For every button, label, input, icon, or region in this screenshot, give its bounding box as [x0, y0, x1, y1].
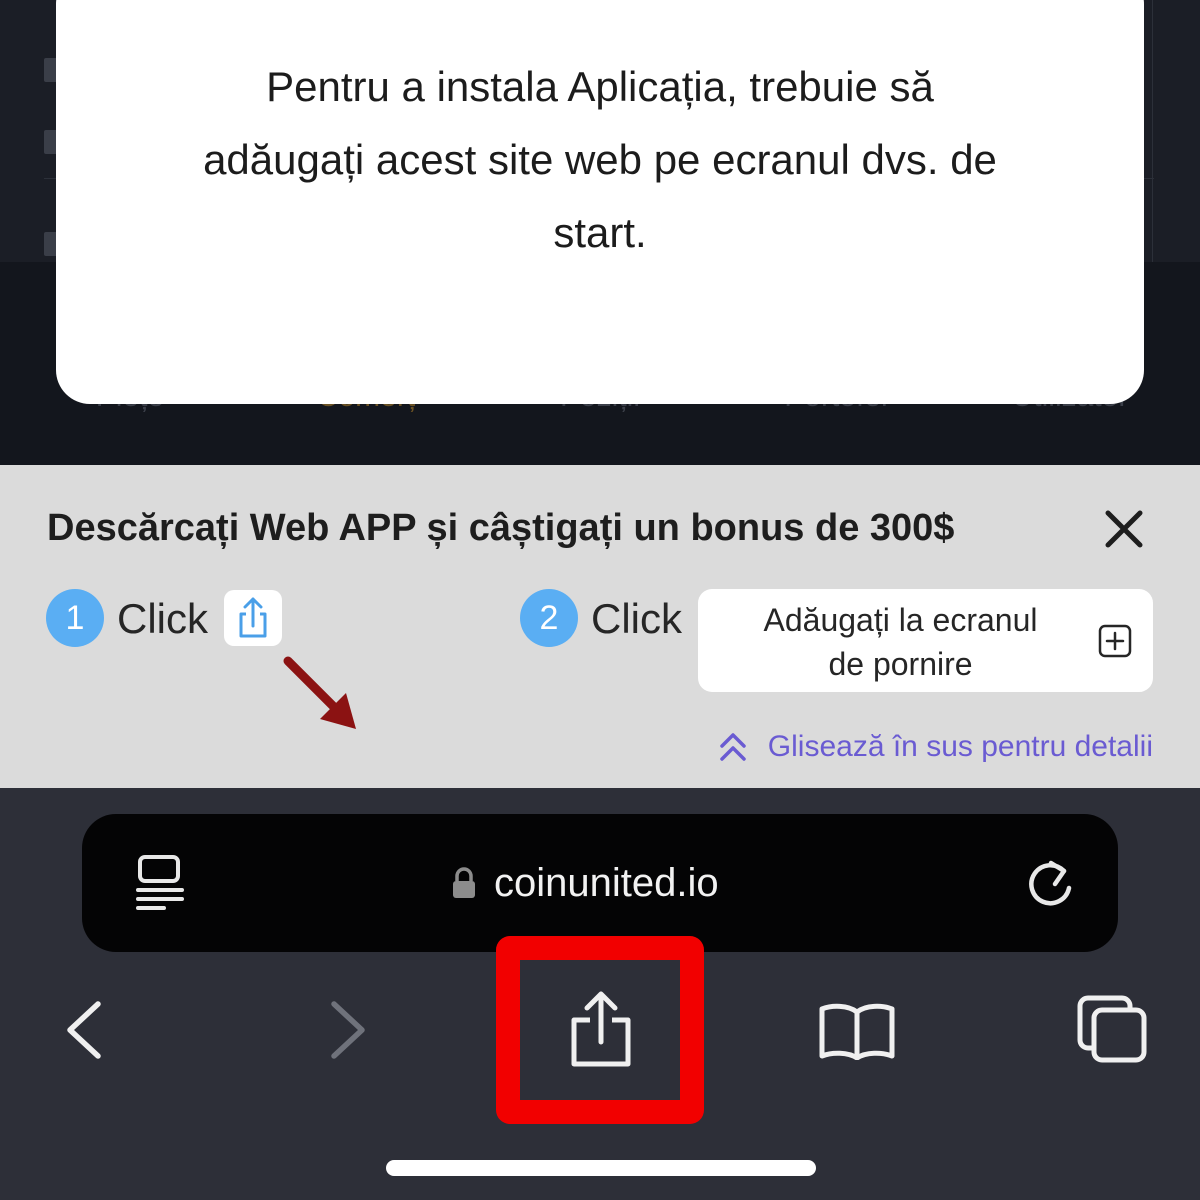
step-1-badge: 1	[46, 589, 104, 647]
address-bar[interactable]: coinunited.io	[82, 814, 1118, 952]
double-chevron-up-icon	[716, 730, 750, 764]
home-indicator[interactable]	[386, 1160, 816, 1176]
step-2-label: Click	[591, 595, 682, 642]
step-2-badge: 2	[520, 589, 578, 647]
back-icon[interactable]	[62, 1000, 106, 1065]
promo-title: Descărcați Web APP și câștigați un bonus…	[47, 507, 955, 549]
close-icon[interactable]	[1104, 509, 1144, 549]
install-instructions: Pentru a instala Aplicația, trebuie să a…	[203, 63, 997, 256]
swipe-up-hint[interactable]: Glisează în sus pentru detalii	[716, 727, 1153, 767]
tabs-icon[interactable]	[1076, 994, 1150, 1069]
lock-icon	[452, 867, 476, 899]
forward-icon[interactable]	[326, 1000, 370, 1065]
share-highlight-box	[496, 936, 704, 1124]
step-1-label: Click	[117, 595, 208, 642]
browser-toolbar-area: coinunited.io	[0, 788, 1200, 1200]
red-arrow-icon	[276, 651, 360, 735]
install-modal: Pentru a instala Aplicația, trebuie să a…	[56, 0, 1144, 404]
url-display: coinunited.io	[452, 858, 719, 908]
swipe-hint-label: Glisează în sus pentru detalii	[767, 730, 1153, 763]
install-promo-banner: Descărcați Web APP și câștigați un bonus…	[0, 465, 1200, 788]
bookmarks-icon[interactable]	[818, 1002, 896, 1065]
share-icon[interactable]	[224, 590, 282, 646]
url-text: coinunited.io	[494, 860, 719, 905]
reload-icon[interactable]	[1024, 856, 1076, 910]
add-to-home-screen-button[interactable]: Adăugați la ecranul de pornire	[698, 589, 1153, 692]
page-menu-icon[interactable]	[136, 854, 186, 910]
add-square-icon	[1098, 624, 1132, 658]
